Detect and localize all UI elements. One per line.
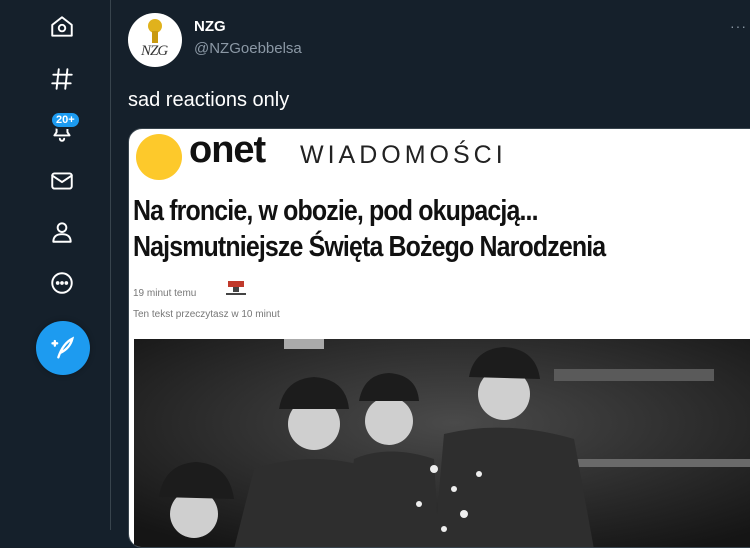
avatar-pawn-stem bbox=[152, 31, 158, 43]
article-photo bbox=[134, 339, 750, 547]
read-time: Ten tekst przeczytasz w 10 minut bbox=[133, 309, 280, 320]
source-logo-icon bbox=[226, 281, 246, 295]
user-handle[interactable]: @NZGoebbelsa bbox=[194, 40, 302, 57]
feather-plus-icon bbox=[51, 336, 75, 359]
onet-logo-dot bbox=[136, 134, 182, 180]
tweet: NZG NZG @NZGoebbelsa ··· sad reactions o… bbox=[111, 0, 750, 548]
profile-icon[interactable] bbox=[44, 214, 80, 250]
avatar[interactable]: NZG bbox=[128, 13, 182, 67]
section-label: WIADOMOŚCI bbox=[300, 141, 507, 169]
tweet-media-image[interactable]: onet WIADOMOŚCI Na froncie, w obozie, po… bbox=[128, 128, 750, 548]
tweet-text: sad reactions only bbox=[128, 89, 290, 111]
more-options-icon[interactable]: ··· bbox=[730, 18, 747, 34]
article-time: 19 minut temu bbox=[133, 288, 197, 299]
sidebar-nav: 20+ bbox=[0, 0, 111, 530]
home-icon[interactable] bbox=[44, 9, 80, 45]
compose-tweet-button[interactable] bbox=[36, 321, 90, 375]
notification-badge: 20+ bbox=[50, 111, 81, 129]
more-circle-icon[interactable] bbox=[44, 265, 80, 301]
avatar-monogram: NZG bbox=[141, 43, 168, 59]
headline-line-1: Na froncie, w obozie, pod okupacją... bbox=[133, 195, 539, 227]
soldiers-photo bbox=[134, 339, 750, 547]
display-name[interactable]: NZG bbox=[194, 18, 226, 35]
hashtag-icon[interactable] bbox=[44, 61, 80, 97]
onet-logo-text: onet bbox=[189, 129, 266, 171]
headline-line-2: Najsmutniejsze Święta Bożego Narodzenia bbox=[133, 231, 606, 263]
mail-icon[interactable] bbox=[44, 163, 80, 199]
